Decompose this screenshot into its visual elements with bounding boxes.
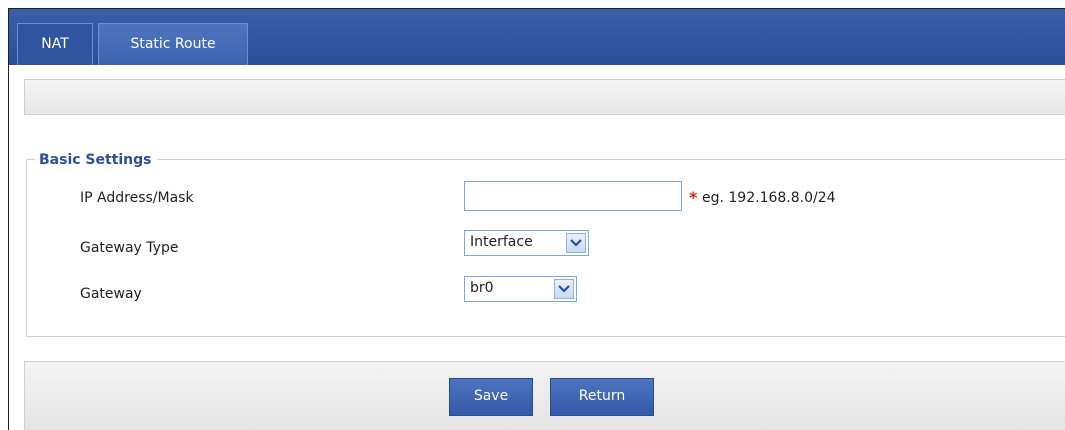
required-marker: * [689, 188, 698, 207]
footer-bar: Save Return [24, 361, 1065, 430]
tab-nat-label: NAT [41, 36, 69, 52]
gateway-type-label: Gateway Type [80, 240, 179, 256]
ip-mask-input[interactable] [464, 181, 682, 211]
gateway-type-value: Interface [470, 234, 533, 250]
main-frame: NAT Static Route Basic Settings IP Addre… [8, 8, 1065, 430]
tab-static-route-label: Static Route [130, 36, 216, 52]
section-title: Basic Settings [35, 152, 158, 168]
gateway-select[interactable]: br0 [464, 276, 577, 302]
ip-mask-hint: eg. 192.168.8.0/24 [702, 190, 836, 206]
basic-settings-fieldset: Basic Settings IP Address/Mask * eg. 192… [26, 152, 1065, 337]
toolbar-strip [24, 79, 1065, 115]
chevron-down-icon[interactable] [566, 233, 586, 253]
return-button[interactable]: Return [550, 378, 654, 416]
tab-nat[interactable]: NAT [17, 23, 93, 65]
gateway-label: Gateway [80, 286, 142, 302]
ip-mask-label: IP Address/Mask [80, 190, 194, 206]
gateway-value: br0 [470, 280, 494, 296]
save-button[interactable]: Save [449, 378, 533, 416]
tab-static-route[interactable]: Static Route [98, 23, 248, 65]
gateway-type-select[interactable]: Interface [464, 230, 589, 256]
chevron-down-icon[interactable] [554, 279, 574, 299]
tab-bar: NAT Static Route [9, 9, 1065, 65]
